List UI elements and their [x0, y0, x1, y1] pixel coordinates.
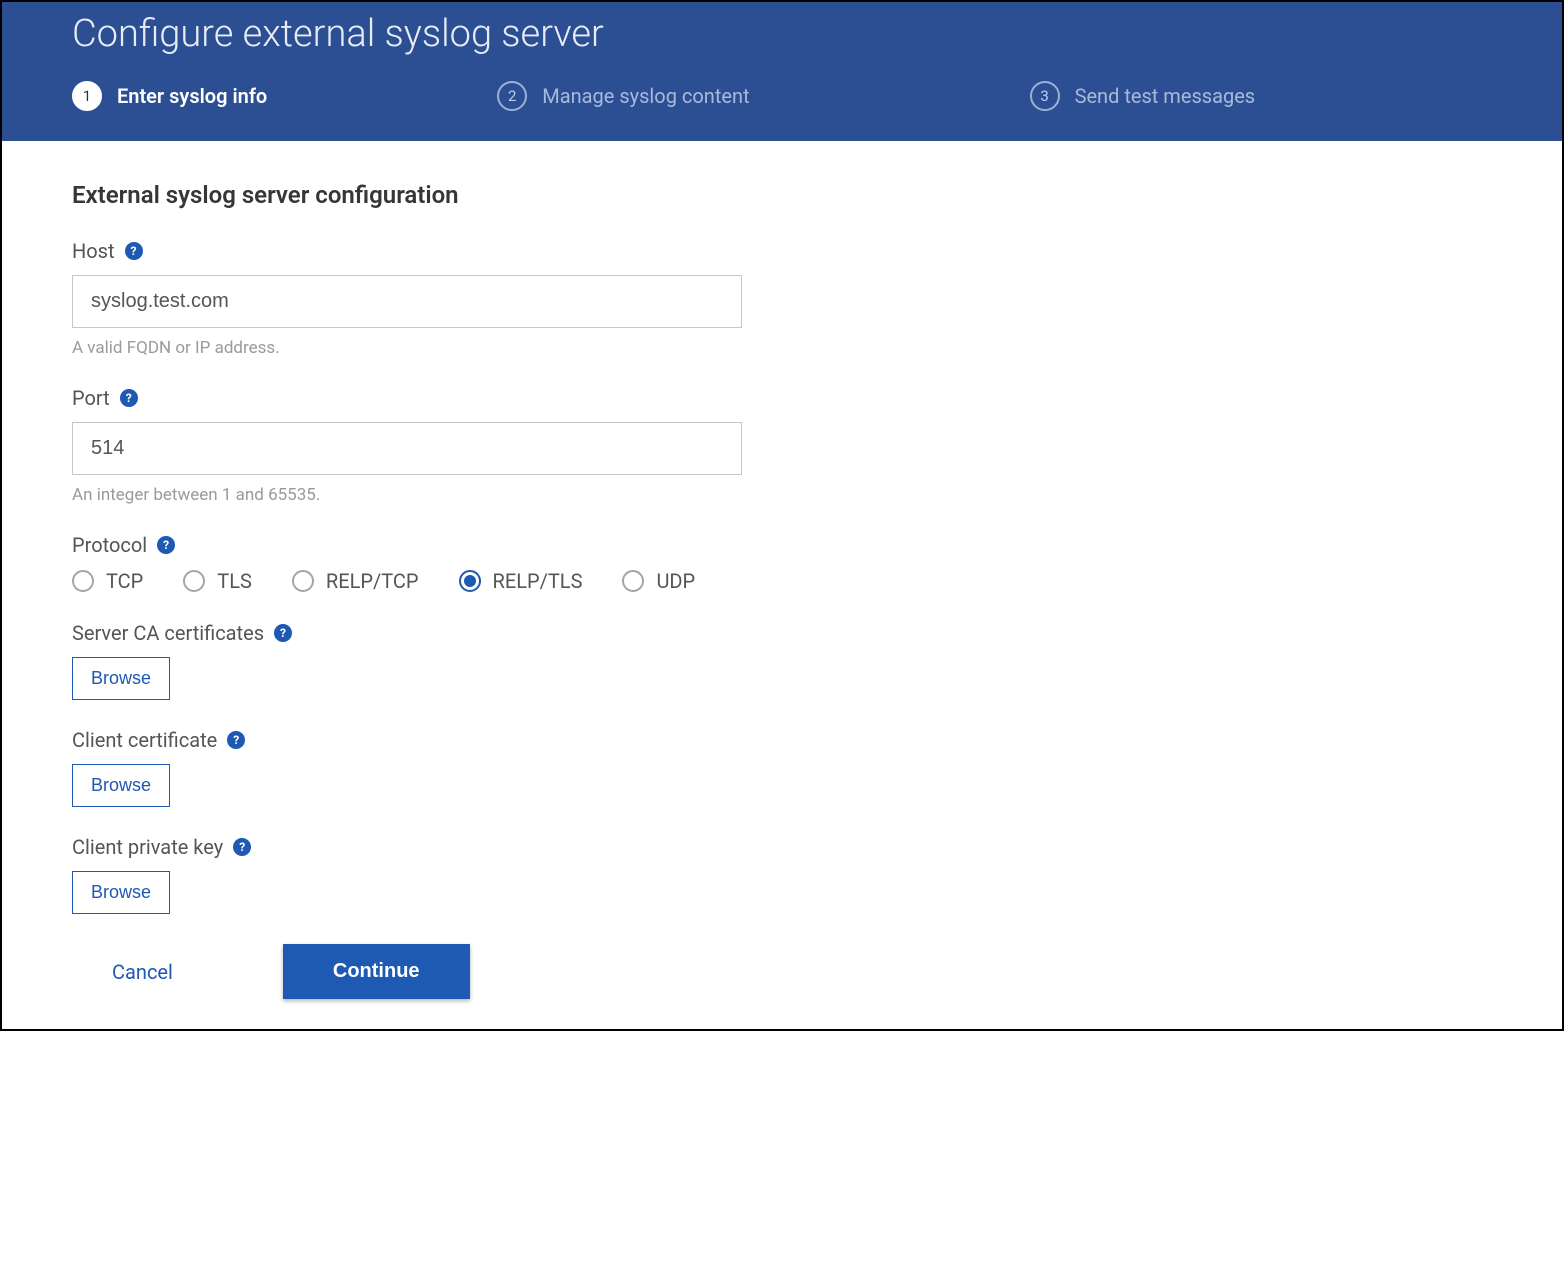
step-3-number: 3 — [1030, 81, 1060, 111]
help-icon[interactable]: ? — [274, 624, 292, 642]
step-3[interactable]: 3 Send test messages — [1030, 81, 1256, 111]
client-key-label: Client private key — [72, 835, 223, 859]
step-1-number: 1 — [72, 81, 102, 111]
protocol-field: Protocol ? TCP TLS RELP/TCP REL — [72, 533, 1492, 593]
radio-icon — [183, 570, 205, 592]
client-cert-label: Client certificate — [72, 728, 217, 752]
help-icon[interactable]: ? — [233, 838, 251, 856]
continue-button[interactable]: Continue — [283, 944, 470, 999]
radio-icon — [72, 570, 94, 592]
radio-icon — [292, 570, 314, 592]
client-cert-field: Client certificate ? Browse — [72, 728, 1492, 807]
cancel-button[interactable]: Cancel — [112, 960, 173, 984]
protocol-label-row: Protocol ? — [72, 533, 1492, 557]
radio-icon — [622, 570, 644, 592]
step-bar: 1 Enter syslog info 2 Manage syslog cont… — [72, 81, 1522, 111]
radio-relp-tls[interactable]: RELP/TLS — [459, 569, 583, 593]
host-label: Host — [72, 239, 115, 263]
port-hint: An integer between 1 and 65535. — [72, 485, 1492, 505]
client-cert-label-row: Client certificate ? — [72, 728, 1492, 752]
host-field: Host ? A valid FQDN or IP address. — [72, 239, 1492, 358]
help-icon[interactable]: ? — [120, 389, 138, 407]
help-icon[interactable]: ? — [157, 536, 175, 554]
wizard-container: Configure external syslog server 1 Enter… — [0, 0, 1564, 1031]
radio-label: RELP/TCP — [326, 569, 419, 593]
step-2-number: 2 — [497, 81, 527, 111]
radio-label: UDP — [656, 569, 695, 593]
radio-label: TCP — [106, 569, 143, 593]
radio-tls[interactable]: TLS — [183, 569, 252, 593]
page-title: Configure external syslog server — [72, 2, 1522, 81]
host-label-row: Host ? — [72, 239, 1492, 263]
client-key-browse-button[interactable]: Browse — [72, 871, 170, 914]
wizard-content: External syslog server configuration Hos… — [2, 141, 1562, 1029]
step-2[interactable]: 2 Manage syslog content — [497, 81, 749, 111]
step-1-label: Enter syslog info — [117, 84, 267, 108]
port-label: Port — [72, 386, 110, 410]
server-ca-browse-button[interactable]: Browse — [72, 657, 170, 700]
step-1[interactable]: 1 Enter syslog info — [72, 81, 267, 111]
radio-label: RELP/TLS — [493, 569, 583, 593]
port-field: Port ? An integer between 1 and 65535. — [72, 386, 1492, 505]
radio-icon — [459, 570, 481, 592]
client-cert-browse-button[interactable]: Browse — [72, 764, 170, 807]
server-ca-label: Server CA certificates — [72, 621, 264, 645]
step-3-label: Send test messages — [1075, 84, 1256, 108]
radio-udp[interactable]: UDP — [622, 569, 695, 593]
section-title: External syslog server configuration — [72, 181, 1492, 209]
help-icon[interactable]: ? — [227, 731, 245, 749]
client-key-label-row: Client private key ? — [72, 835, 1492, 859]
client-key-field: Client private key ? Browse — [72, 835, 1492, 914]
step-2-label: Manage syslog content — [542, 84, 749, 108]
protocol-label: Protocol — [72, 533, 147, 557]
radio-relp-tcp[interactable]: RELP/TCP — [292, 569, 419, 593]
port-label-row: Port ? — [72, 386, 1492, 410]
server-ca-field: Server CA certificates ? Browse — [72, 621, 1492, 700]
protocol-radios: TCP TLS RELP/TCP RELP/TLS UDP — [72, 569, 1492, 593]
radio-label: TLS — [217, 569, 252, 593]
host-hint: A valid FQDN or IP address. — [72, 338, 1492, 358]
help-icon[interactable]: ? — [125, 242, 143, 260]
radio-tcp[interactable]: TCP — [72, 569, 143, 593]
host-input[interactable] — [72, 275, 742, 328]
server-ca-label-row: Server CA certificates ? — [72, 621, 1492, 645]
wizard-actions: Cancel Continue — [112, 944, 1492, 999]
port-input[interactable] — [72, 422, 742, 475]
wizard-header: Configure external syslog server 1 Enter… — [2, 2, 1562, 141]
